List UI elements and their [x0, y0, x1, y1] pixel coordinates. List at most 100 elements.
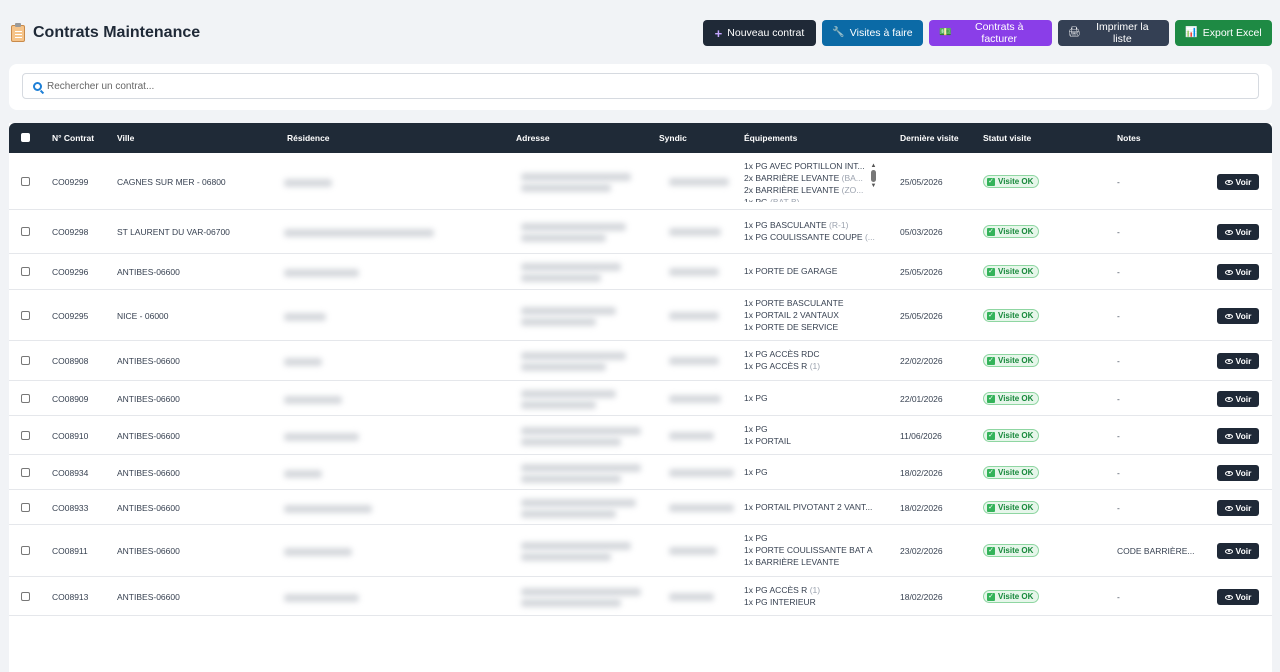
table-row[interactable]: CO08913 ANTIBES-06600 1x PG ACCÈS R (1) 1x … — [9, 577, 1272, 616]
chevron-down-icon[interactable]: ▼ — [870, 182, 877, 190]
row-checkbox[interactable] — [21, 394, 30, 403]
view-button[interactable]: Voir — [1217, 353, 1259, 369]
export-excel-button[interactable]: 📊 Export Excel — [1175, 20, 1272, 46]
table-row[interactable]: CO09296 ANTIBES-06600 1x PORTE DE GARAGE 25… — [9, 254, 1272, 290]
new-contract-button[interactable]: + Nouveau contrat — [703, 20, 816, 46]
syndic-redacted — [669, 312, 719, 320]
money-icon: 💵 — [939, 27, 952, 38]
row-checkbox[interactable] — [21, 267, 30, 276]
row-checkbox[interactable] — [21, 468, 30, 477]
view-button[interactable]: Voir — [1217, 543, 1259, 559]
contracts-table: N° Contrat Ville Résidence Adresse Syndi… — [9, 123, 1272, 672]
table-row[interactable]: CO09298 ST LAURENT DU VAR-06700 1x PG BASC… — [9, 210, 1272, 254]
visits-todo-label: Visites à faire — [849, 27, 913, 39]
notes: - — [1117, 356, 1120, 366]
equipment-item: 1x PORTE COULISSANTE BAT A — [744, 545, 873, 555]
chevron-up-icon[interactable]: ▲ — [870, 162, 877, 170]
equipment-item: 1x PORTAIL PIVOTANT 2 VANT... — [744, 502, 873, 512]
equipment-item: 1x PORTE DE GARAGE — [744, 266, 838, 276]
col-city[interactable]: Ville — [117, 133, 134, 143]
notes: CODE BARRIÈRE... — [1117, 546, 1195, 556]
view-button[interactable]: Voir — [1217, 465, 1259, 481]
col-syndic[interactable]: Syndic — [659, 133, 687, 143]
status-badge: ✓ Visite OK — [983, 265, 1040, 278]
equipment-scrollbar[interactable]: ▲ ▼ — [870, 162, 877, 190]
view-button[interactable]: Voir — [1217, 174, 1259, 190]
syndic-redacted — [669, 469, 734, 477]
col-last-visit[interactable]: Dernière visite — [900, 133, 959, 143]
city: CAGNES SUR MER - 06800 — [117, 177, 226, 187]
view-button[interactable]: Voir — [1217, 264, 1259, 280]
city: ANTIBES-06600 — [117, 592, 180, 602]
table-row[interactable]: CO09295 NICE - 06000 1x PORTE BASCULANTE 1x… — [9, 290, 1272, 341]
table-row[interactable]: CO09299 CAGNES SUR MER - 06800 1x PG AVEC … — [9, 153, 1272, 210]
syndic-redacted — [669, 432, 714, 440]
residence-redacted — [284, 179, 332, 187]
row-checkbox[interactable] — [21, 311, 30, 320]
row-checkbox[interactable] — [21, 227, 30, 236]
check-icon: ✓ — [987, 267, 995, 276]
col-visit-status[interactable]: Statut visite — [983, 133, 1031, 143]
equipment-item: 1x PG — [744, 393, 768, 403]
city: ANTIBES-06600 — [117, 503, 180, 513]
address-redacted — [521, 588, 641, 596]
address-redacted — [521, 464, 641, 472]
table-row[interactable]: CO08911 ANTIBES-06600 1x PG 1x PORTE COULIS… — [9, 525, 1272, 577]
search-icon — [33, 81, 42, 91]
row-checkbox[interactable] — [21, 431, 30, 440]
table-row[interactable]: CO08910 ANTIBES-06600 1x PG 1x PORTAIL 11/06… — [9, 416, 1272, 455]
row-checkbox[interactable] — [21, 503, 30, 512]
col-address[interactable]: Adresse — [516, 133, 550, 143]
equipment-item: 1x PORTE BASCULANTE — [744, 298, 844, 308]
table-row[interactable]: CO08934 ANTIBES-06600 1x PG 18/02/2026 ✓ Visi… — [9, 455, 1272, 490]
row-checkbox[interactable] — [21, 592, 30, 601]
search-input[interactable] — [47, 80, 1247, 92]
city: ANTIBES-06600 — [117, 267, 180, 277]
notes: - — [1117, 431, 1120, 441]
search-box[interactable] — [22, 73, 1259, 99]
table-row[interactable]: CO08908 ANTIBES-06600 1x PG ACCÈS RDC 1x PG… — [9, 341, 1272, 381]
status-label: Visite OK — [998, 394, 1034, 403]
view-button[interactable]: Voir — [1217, 589, 1259, 605]
status-badge: ✓ Visite OK — [983, 544, 1040, 557]
contract-number: CO08911 — [52, 546, 88, 556]
row-checkbox[interactable] — [21, 177, 30, 186]
equipment-list: 1x PORTAIL PIVOTANT 2 VANT... — [744, 501, 872, 513]
check-icon: ✓ — [987, 177, 995, 186]
eye-icon — [1224, 313, 1233, 319]
view-button[interactable]: Voir — [1217, 500, 1259, 516]
scrollbar-thumb[interactable] — [871, 170, 876, 182]
visits-todo-button[interactable]: 🔧 Visites à faire — [822, 20, 923, 46]
table-row[interactable]: CO08909 ANTIBES-06600 1x PG 22/01/2026 ✓ Visi… — [9, 381, 1272, 416]
view-button[interactable]: Voir — [1217, 428, 1259, 444]
printer-icon: 🖨 — [1068, 27, 1081, 38]
print-list-button[interactable]: 🖨 Imprimer la liste — [1058, 20, 1169, 46]
to-invoice-button[interactable]: 💵 Contrats à facturer — [929, 20, 1052, 46]
row-checkbox[interactable] — [21, 356, 30, 365]
address-redacted — [521, 401, 596, 409]
contract-number: CO09295 — [52, 311, 89, 321]
notes: - — [1117, 177, 1120, 187]
view-button[interactable]: Voir — [1217, 391, 1259, 407]
equipment-item: 1x PORTAIL 2 VANTAUX — [744, 310, 839, 320]
status-badge: ✓ Visite OK — [983, 590, 1040, 603]
address-redacted — [521, 223, 626, 231]
city: ANTIBES-06600 — [117, 394, 180, 404]
row-checkbox[interactable] — [21, 546, 30, 555]
table-row[interactable]: CO08933 ANTIBES-06600 1x PORTAIL PIVOTANT … — [9, 490, 1272, 525]
last-visit-date: 22/01/2026 — [900, 394, 943, 404]
view-button[interactable]: Voir — [1217, 308, 1259, 324]
view-label: Voir — [1235, 546, 1252, 556]
col-notes[interactable]: Notes — [1117, 133, 1141, 143]
view-button[interactable]: Voir — [1217, 224, 1259, 240]
eye-icon — [1224, 179, 1233, 185]
residence-redacted — [284, 433, 359, 441]
page-title-text: Contrats Maintenance — [33, 24, 201, 41]
col-residence[interactable]: Résidence — [287, 133, 330, 143]
syndic-redacted — [669, 268, 719, 276]
notes: - — [1117, 592, 1120, 602]
col-contract[interactable]: N° Contrat — [52, 133, 94, 143]
col-equipment[interactable]: Équipements — [744, 133, 797, 143]
select-all-checkbox[interactable] — [21, 133, 30, 142]
check-icon: ✓ — [987, 503, 995, 512]
